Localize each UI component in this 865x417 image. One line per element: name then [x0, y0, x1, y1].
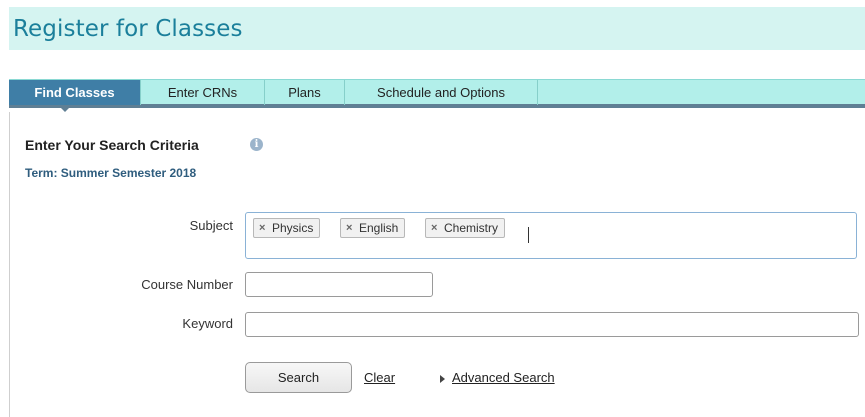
remove-token-icon[interactable]: × [259, 219, 265, 237]
text-cursor [528, 227, 529, 243]
subject-multiselect[interactable]: × Physics × English × Chemistry [245, 212, 857, 259]
info-circle-icon[interactable]: i [250, 138, 263, 151]
page-title: Register for Classes [13, 16, 243, 42]
clear-link[interactable]: Clear [364, 370, 395, 385]
remove-token-icon[interactable]: × [431, 219, 437, 237]
subject-token-chemistry: × Chemistry [425, 218, 506, 238]
search-criteria-heading: Enter Your Search Criteria [25, 137, 199, 153]
search-button[interactable]: Search [245, 362, 352, 393]
remove-token-icon[interactable]: × [346, 219, 352, 237]
tab-plans[interactable]: Plans [265, 80, 345, 105]
subject-token-label: Chemistry [444, 221, 499, 235]
keyword-label: Keyword [182, 316, 233, 331]
advanced-search-link[interactable]: Advanced Search [452, 370, 555, 385]
subject-token-english: × English [340, 218, 406, 238]
tab-schedule-and-options[interactable]: Schedule and Options [345, 80, 538, 105]
subject-label: Subject [189, 218, 233, 233]
title-bar: Register for Classes [9, 7, 865, 50]
subject-token-physics: × Physics [253, 218, 321, 238]
triangle-right-icon [440, 375, 445, 383]
tab-find-classes[interactable]: Find Classes [9, 80, 141, 105]
course-number-input[interactable] [245, 272, 433, 297]
course-number-label: Course Number [141, 277, 233, 292]
keyword-input[interactable] [245, 312, 859, 337]
tab-bar: Find Classes Enter CRNs Plans Schedule a… [9, 79, 865, 108]
term-label: Term: Summer Semester 2018 [25, 166, 197, 180]
search-panel [9, 112, 865, 417]
tab-enter-crns[interactable]: Enter CRNs [141, 80, 265, 105]
subject-token-label: Physics [272, 221, 314, 235]
register-page: Register for Classes Find Classes Enter … [0, 0, 865, 417]
subject-token-label: English [359, 221, 399, 235]
